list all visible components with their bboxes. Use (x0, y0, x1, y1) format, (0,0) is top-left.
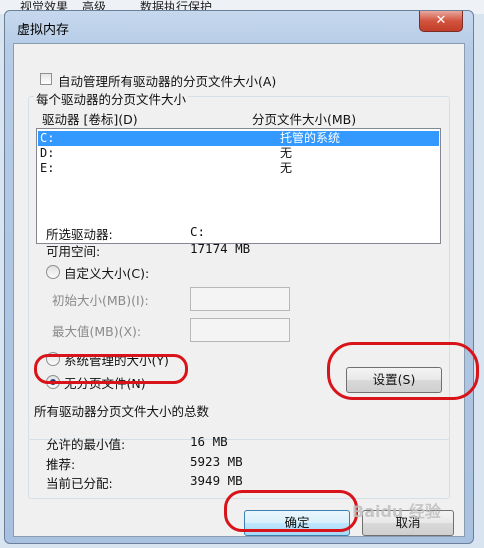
drive-letter: D: (40, 146, 55, 160)
annotation-ellipse-no-paging (34, 354, 188, 384)
title-bar[interactable]: 虚拟内存 ✕ (5, 11, 473, 43)
drive-paging-size: 无 (280, 161, 293, 175)
auto-manage-label[interactable]: 自动管理所有驱动器的分页文件大小(A) (58, 71, 276, 90)
max-size-label: 最大值(MB)(X): (52, 324, 142, 339)
baidu-watermark-logo: Baidu 经验 (352, 502, 441, 521)
initial-size-label: 初始大小(MB)(I): (52, 293, 149, 308)
free-space-label: 可用空间: (46, 244, 101, 259)
close-button[interactable]: ✕ (419, 11, 463, 32)
dialog-title: 虚拟内存 (17, 23, 70, 38)
drive-paging-size: 无 (280, 146, 293, 160)
custom-size-radio[interactable] (46, 265, 60, 279)
max-size-input[interactable] (190, 318, 290, 342)
selected-drive-value: C: (190, 224, 206, 239)
size-column-header: 分页文件大小(MB) (252, 112, 357, 127)
dialog-body: 自动管理所有驱动器的分页文件大小(A) 每个驱动器的分页文件大小 驱动器 [卷标… (13, 43, 465, 537)
allocated-label: 当前已分配: (46, 476, 113, 491)
per-drive-group-label: 每个驱动器的分页文件大小 (34, 89, 189, 108)
recommended-label: 推荐: (46, 457, 76, 472)
min-allowed-value: 16 MB (190, 434, 228, 449)
close-icon: ✕ (435, 13, 447, 28)
annotation-ellipse-set-button (327, 342, 479, 400)
free-space-value: 17174 MB (190, 241, 251, 256)
drive-row-c[interactable]: C: 托管的系统 (38, 131, 439, 146)
drive-column-header: 驱动器 [卷标](D) (42, 112, 138, 127)
annotation-ellipse-ok-button (224, 490, 358, 532)
recommended-value: 5923 MB (190, 454, 243, 469)
auto-manage-checkbox[interactable] (40, 73, 52, 85)
min-allowed-label: 允许的最小值: (46, 437, 126, 452)
drive-letter: E: (40, 161, 55, 175)
custom-size-label[interactable]: 自定义大小(C): (64, 263, 149, 282)
drive-paging-size: 托管的系统 (280, 131, 341, 145)
drive-letter: C: (40, 131, 55, 145)
initial-size-input[interactable] (190, 287, 290, 311)
drive-row-e[interactable]: E: 无 (38, 161, 439, 176)
drive-row-d[interactable]: D: 无 (38, 146, 439, 161)
allocated-value: 3949 MB (190, 473, 243, 488)
virtual-memory-dialog: 虚拟内存 ✕ 自动管理所有驱动器的分页文件大小(A) 每个驱动器的分页文件大小 … (4, 10, 474, 544)
